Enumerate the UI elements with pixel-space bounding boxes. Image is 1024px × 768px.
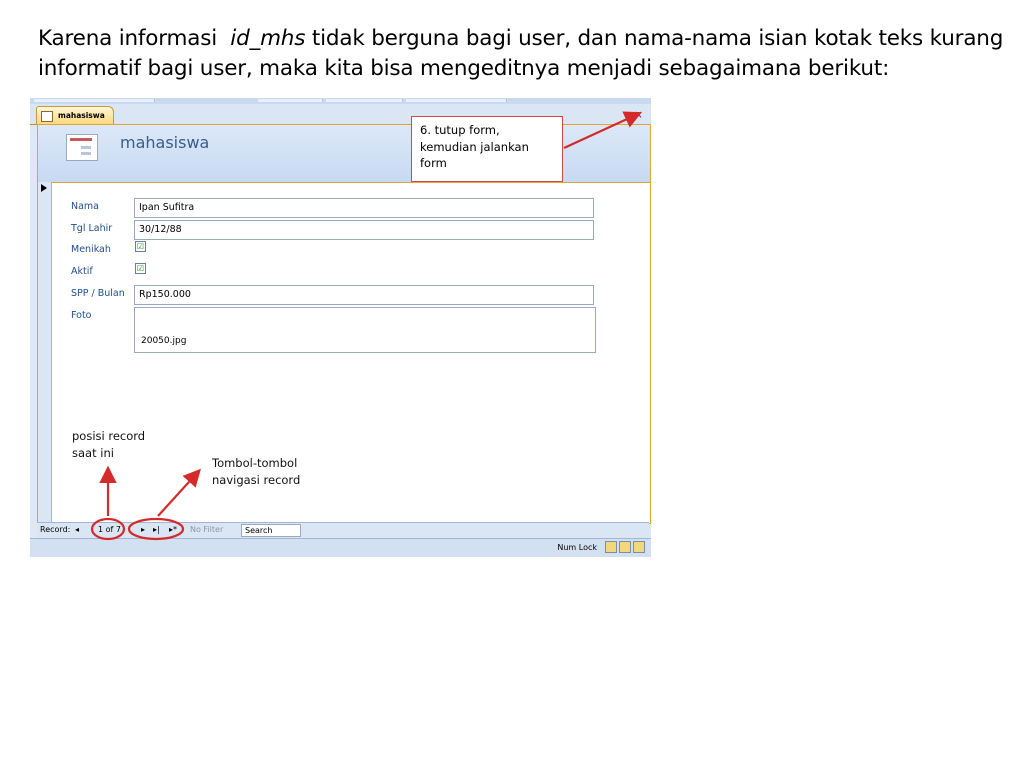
caption-italic-term: id_mhs xyxy=(230,26,306,51)
annotation-record-position: posisi record saat ini xyxy=(72,429,146,460)
filter-indicator[interactable]: No Filter xyxy=(190,525,223,534)
current-record-arrow-icon xyxy=(41,184,47,192)
annotation-callout-close: 6. tutup form, kemudian jalankan form xyxy=(411,116,563,182)
ribbon-segment xyxy=(34,99,155,102)
record-selector[interactable] xyxy=(38,182,52,523)
checkbox-aktif[interactable]: ☑ xyxy=(135,263,146,274)
record-navigation-bar: Record: ◂ 1 of 7 ▸ ▸| ▸* No Filter Searc… xyxy=(37,522,649,538)
field-label-spp: SPP / Bulan xyxy=(71,288,125,299)
status-bar: Num Lock xyxy=(30,538,651,557)
field-label-tgl-lahir: Tgl Lahir xyxy=(71,223,113,234)
search-input[interactable]: Search xyxy=(241,524,301,537)
caption-line-1: Karena informasi id_mhs tidak berguna ba… xyxy=(38,24,1008,54)
view-switcher xyxy=(605,541,647,553)
field-input-nama[interactable]: Ipan Sufitra xyxy=(134,198,594,218)
annotation-nav-buttons: Tombol-tombol navigasi record xyxy=(212,456,301,487)
form-body: mahasiswa Nama Ipan Sufitra Tgl Lahir 30… xyxy=(37,124,651,524)
ribbon-segment xyxy=(326,99,403,102)
access-form-screenshot: mahasiswa × mahasiswa Nama Ipan Sufitra … xyxy=(30,98,651,557)
new-record-button[interactable]: ▸* xyxy=(169,525,177,534)
last-record-button[interactable]: ▸| xyxy=(153,525,160,534)
checkbox-menikah[interactable]: ☑ xyxy=(135,241,146,252)
slide-caption: Karena informasi id_mhs tidak berguna ba… xyxy=(38,24,1008,84)
record-label: Record: xyxy=(40,525,71,534)
caption-text: Karena informasi xyxy=(38,26,218,51)
tab-label: mahasiswa xyxy=(58,111,105,120)
record-position-display[interactable]: 1 of 7 xyxy=(98,525,121,534)
design-view-icon[interactable] xyxy=(633,541,645,553)
ribbon-segment xyxy=(258,99,323,102)
form-logo-icon xyxy=(66,134,98,161)
ribbon-segment xyxy=(406,99,507,102)
caption-text: tidak berguna bagi user, dan nama-nama i… xyxy=(311,26,1004,51)
next-record-button[interactable]: ▸ xyxy=(141,525,145,534)
form-title: mahasiswa xyxy=(120,133,210,152)
field-label-foto: Foto xyxy=(71,310,92,321)
field-input-tgl-lahir[interactable]: 30/12/88 xyxy=(134,220,594,240)
numlock-indicator: Num Lock xyxy=(557,543,597,552)
field-attachment-foto[interactable]: 20050.jpg xyxy=(134,307,596,353)
field-label-aktif: Aktif xyxy=(71,266,93,277)
first-record-button[interactable]: ◂ xyxy=(75,525,79,534)
form-view-icon[interactable] xyxy=(605,541,617,553)
field-label-nama: Nama xyxy=(71,201,100,212)
close-icon[interactable]: × xyxy=(634,108,643,121)
field-label-menikah: Menikah xyxy=(71,244,111,255)
form-icon xyxy=(41,111,53,122)
tab-mahasiswa[interactable]: mahasiswa xyxy=(36,106,114,125)
datasheet-view-icon[interactable] xyxy=(619,541,631,553)
attachment-filename: 20050.jpg xyxy=(141,336,187,346)
caption-line-2: informatif bagi user, maka kita bisa men… xyxy=(38,56,890,81)
field-input-spp[interactable]: Rp150.000 xyxy=(134,285,594,305)
